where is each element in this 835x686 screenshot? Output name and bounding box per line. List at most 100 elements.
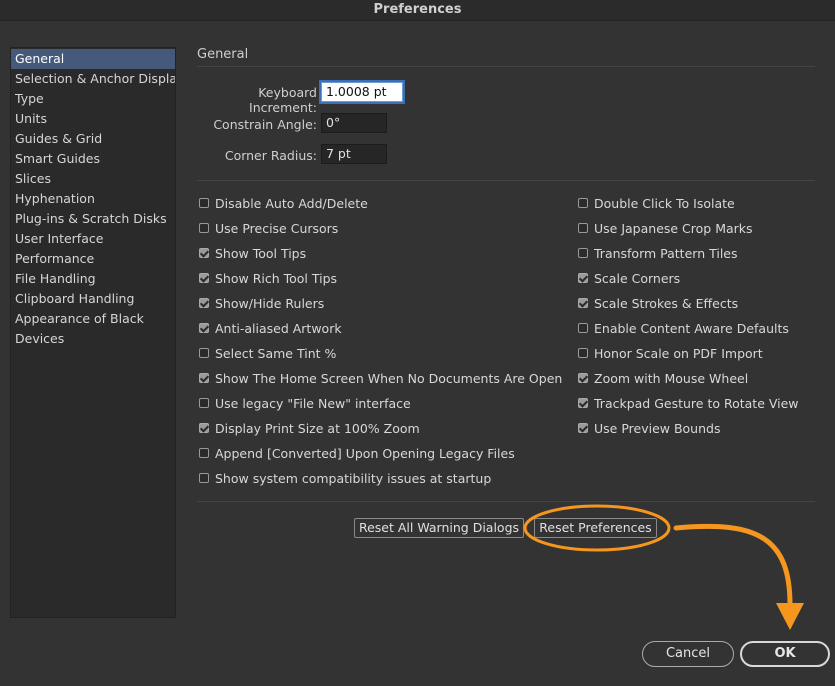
sidebar-item-units[interactable]: Units [11,109,175,129]
checkbox[interactable] [199,298,209,308]
sidebar-item-appearance-of-black[interactable]: Appearance of Black [11,309,175,329]
checkbox[interactable] [199,248,209,258]
option-label: Zoom with Mouse Wheel [594,370,749,386]
option-use-japanese-crop-marks[interactable]: Use Japanese Crop Marks [578,218,753,238]
option-label: Use Preview Bounds [594,420,721,436]
annotation-arrow [673,523,793,608]
option-label: Scale Strokes & Effects [594,295,739,311]
option-label: Show system compatibility issues at star… [215,470,492,486]
checkbox[interactable] [578,373,588,383]
checkbox[interactable] [199,348,209,358]
sidebar-item-file-handling[interactable]: File Handling [11,269,175,289]
section-divider-bottom [197,501,815,502]
option-label: Double Click To Isolate [594,195,735,211]
reset-warning-dialogs-button[interactable]: Reset All Warning Dialogs [354,518,524,538]
option-label: Trackpad Gesture to Rotate View [594,395,799,411]
option-show-hide-rulers[interactable]: Show/Hide Rulers [199,293,324,313]
option-select-same-tint[interactable]: Select Same Tint % [199,343,336,363]
option-label: Show The Home Screen When No Documents A… [215,370,563,386]
option-label: Show Tool Tips [215,245,307,261]
option-label: Use legacy "File New" interface [215,395,411,411]
option-label: Append [Converted] Upon Opening Legacy F… [215,445,515,461]
sidebar-item-clipboard-handling[interactable]: Clipboard Handling [11,289,175,309]
checkbox[interactable] [578,398,588,408]
section-divider-middle [197,180,815,181]
option-anti-aliased-artwork[interactable]: Anti-aliased Artwork [199,318,342,338]
option-display-print-size-at-100-zoom[interactable]: Display Print Size at 100% Zoom [199,418,420,438]
section-divider-top [197,66,815,67]
ok-button[interactable]: OK [740,641,830,667]
checkbox[interactable] [199,373,209,383]
option-label: Select Same Tint % [215,345,337,361]
sidebar-item-guides-grid[interactable]: Guides & Grid [11,129,175,149]
option-trackpad-gesture-to-rotate-view[interactable]: Trackpad Gesture to Rotate View [578,393,799,413]
checkbox[interactable] [199,398,209,408]
checkbox[interactable] [578,423,588,433]
checkbox[interactable] [578,348,588,358]
option-label: Enable Content Aware Defaults [594,320,789,336]
option-append-converted-upon-opening-legacy-files[interactable]: Append [Converted] Upon Opening Legacy F… [199,443,515,463]
option-scale-corners[interactable]: Scale Corners [578,268,680,288]
option-label: Use Japanese Crop Marks [594,220,753,236]
option-enable-content-aware-defaults[interactable]: Enable Content Aware Defaults [578,318,789,338]
keyboard-increment-input[interactable]: 1.0008 pt [321,82,403,102]
option-use-legacy-file-new-interface[interactable]: Use legacy "File New" interface [199,393,411,413]
section-title: General [197,47,249,62]
reset-preferences-button[interactable]: Reset Preferences [534,518,657,538]
checkbox[interactable] [199,323,209,333]
option-show-system-compatibility-issues-at-startup[interactable]: Show system compatibility issues at star… [199,468,491,488]
sidebar-item-type[interactable]: Type [11,89,175,109]
option-double-click-to-isolate[interactable]: Double Click To Isolate [578,193,735,213]
sidebar-item-user-interface[interactable]: User Interface [11,229,175,249]
sidebar-item-slices[interactable]: Slices [11,169,175,189]
option-label: Display Print Size at 100% Zoom [215,420,420,436]
option-show-tool-tips[interactable]: Show Tool Tips [199,243,306,263]
option-use-precise-cursors[interactable]: Use Precise Cursors [199,218,338,238]
checkbox[interactable] [199,273,209,283]
option-transform-pattern-tiles[interactable]: Transform Pattern Tiles [578,243,738,263]
option-label: Transform Pattern Tiles [594,245,738,261]
option-zoom-with-mouse-wheel[interactable]: Zoom with Mouse Wheel [578,368,748,388]
option-scale-strokes-effects[interactable]: Scale Strokes & Effects [578,293,738,313]
preferences-sidebar: General Selection & Anchor Display Type Uni… [10,47,176,618]
sidebar-item-devices[interactable]: Devices [11,329,175,349]
sidebar-item-performance[interactable]: Performance [11,249,175,269]
option-show-the-home-screen-when-no-documents-are-open[interactable]: Show The Home Screen When No Documents A… [199,368,562,388]
corner-radius-label: Corner Radius: [224,148,317,163]
checkbox[interactable] [578,273,588,283]
checkbox[interactable] [578,198,588,208]
option-label: Use Precise Cursors [215,220,339,236]
sidebar-item-smart-guides[interactable]: Smart Guides [11,149,175,169]
corner-radius-input[interactable]: 7 pt [321,144,387,164]
option-label: Disable Auto Add/Delete [215,195,368,211]
checkbox[interactable] [199,473,209,483]
sidebar-item-selection-anchor-display[interactable]: Selection & Anchor Display [11,69,175,89]
checkbox[interactable] [199,448,209,458]
option-label: Show Rich Tool Tips [215,270,338,286]
option-honor-scale-on-pdf-import[interactable]: Honor Scale on PDF Import [578,343,763,363]
option-label: Honor Scale on PDF Import [594,345,763,361]
sidebar-item-general[interactable]: General [11,49,175,69]
checkbox[interactable] [578,248,588,258]
keyboard-increment-label: Keyboard Increment: [249,85,317,115]
sidebar-item-plug-ins-scratch-disks[interactable]: Plug-ins & Scratch Disks [11,209,175,229]
window-title: Preferences [373,2,462,17]
checkbox[interactable] [199,423,209,433]
option-show-rich-tool-tips[interactable]: Show Rich Tool Tips [199,268,337,288]
option-label: Anti-aliased Artwork [215,320,342,336]
window-title-bar: Preferences [0,0,835,21]
checkbox[interactable] [578,298,588,308]
sidebar-item-hyphenation[interactable]: Hyphenation [11,189,175,209]
checkbox[interactable] [578,323,588,333]
cancel-button[interactable]: Cancel [642,641,734,667]
option-use-preview-bounds[interactable]: Use Preview Bounds [578,418,720,438]
constrain-angle-input[interactable]: 0° [321,113,387,133]
checkbox[interactable] [199,198,209,208]
checkbox[interactable] [578,223,588,233]
checkbox[interactable] [199,223,209,233]
option-label: Scale Corners [594,270,681,286]
option-label: Show/Hide Rulers [215,295,325,311]
constrain-angle-label: Constrain Angle: [213,117,317,132]
arrow-head [776,603,804,630]
option-disable-auto-add-delete[interactable]: Disable Auto Add/Delete [199,193,368,213]
